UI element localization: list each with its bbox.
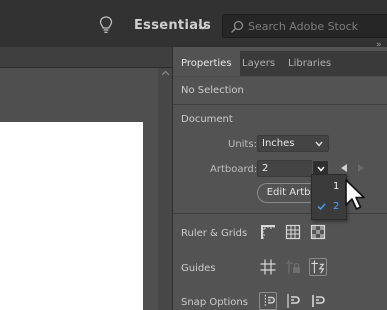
lock-guides-icon[interactable] bbox=[284, 258, 302, 276]
rulers-icon[interactable] bbox=[259, 223, 277, 241]
snap-options-label: Snap Options bbox=[181, 297, 248, 308]
artboard[interactable] bbox=[0, 122, 143, 310]
selection-status: No Selection bbox=[181, 85, 244, 96]
stock-search-input[interactable] bbox=[248, 19, 387, 34]
artboard-dropdown-list: 1 2 bbox=[311, 174, 347, 220]
panel-tabs: Properties Layers Libraries bbox=[173, 51, 387, 76]
stock-search-box[interactable] bbox=[222, 14, 387, 38]
smart-guides-icon[interactable] bbox=[309, 258, 327, 276]
mouse-pointer-icon bbox=[345, 179, 365, 210]
show-guides-icon[interactable] bbox=[259, 258, 277, 276]
chevron-down-icon[interactable] bbox=[198, 23, 208, 30]
scroll-up-icon[interactable] bbox=[161, 70, 170, 76]
vertical-scrollbar[interactable] bbox=[158, 68, 172, 310]
document-tab-bar bbox=[0, 47, 172, 68]
previous-artboard-icon[interactable] bbox=[340, 163, 348, 173]
guides-label: Guides bbox=[181, 263, 216, 274]
ruler-grids-label: Ruler & Grids bbox=[181, 228, 248, 239]
grid-icon[interactable] bbox=[284, 223, 302, 241]
tab-properties[interactable]: Properties bbox=[173, 51, 240, 76]
app-bar: Essentials » bbox=[0, 0, 387, 50]
units-select[interactable]: Inches bbox=[257, 135, 329, 152]
snap-to-pixel-icon[interactable] bbox=[284, 292, 302, 310]
artboard-label: Artboard: bbox=[210, 164, 258, 175]
snap-to-glyph-icon[interactable] bbox=[309, 292, 327, 310]
chevron-down-icon bbox=[315, 141, 323, 147]
chevron-down-icon bbox=[317, 166, 325, 172]
units-value: Inches bbox=[262, 138, 295, 149]
dropdown-option-label: 1 bbox=[333, 181, 340, 192]
lightbulb-icon[interactable] bbox=[99, 16, 113, 34]
dropdown-option-1[interactable]: 1 bbox=[312, 177, 346, 197]
tab-layers[interactable]: Layers bbox=[234, 51, 283, 76]
next-artboard-icon[interactable] bbox=[357, 163, 365, 173]
document-section-title: Document bbox=[181, 114, 233, 125]
section-divider bbox=[173, 104, 387, 105]
transparency-grid-icon[interactable] bbox=[309, 223, 327, 241]
tab-libraries[interactable]: Libraries bbox=[280, 51, 339, 76]
artboard-value: 2 bbox=[262, 163, 269, 174]
snap-to-point-icon[interactable] bbox=[259, 292, 277, 310]
search-icon bbox=[230, 20, 244, 34]
units-label: Units: bbox=[228, 139, 257, 150]
tab-divider bbox=[173, 76, 387, 77]
dropdown-option-2[interactable]: 2 bbox=[312, 197, 346, 217]
checkmark-icon bbox=[317, 203, 326, 210]
dropdown-option-label: 2 bbox=[333, 201, 340, 212]
